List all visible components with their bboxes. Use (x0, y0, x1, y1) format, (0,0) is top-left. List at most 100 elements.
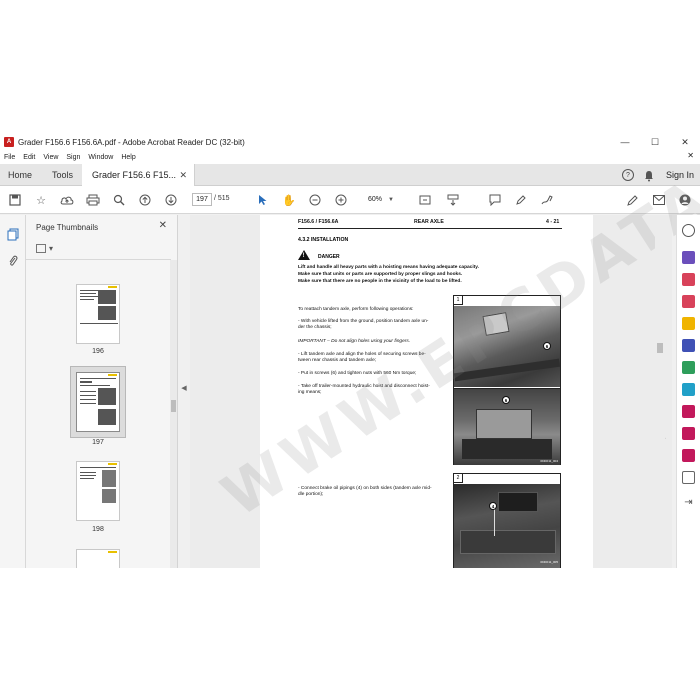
menu-view[interactable]: View (43, 154, 58, 161)
create-pdf-icon[interactable] (682, 273, 695, 286)
save-icon[interactable] (8, 193, 22, 207)
important-note: IMPORTANT – Do not align holes using you… (298, 339, 411, 344)
scan-ocr-icon[interactable] (682, 383, 695, 396)
callout-4: 4 (489, 502, 497, 510)
warning-exclamation: ! (302, 253, 305, 259)
figure-2-number: 2 (454, 474, 463, 483)
step5-line2: dle portion); (298, 492, 324, 497)
attachments-paperclip-icon[interactable] (6, 253, 20, 267)
highlight-pen-icon[interactable] (514, 193, 528, 207)
page-thumbnail-198[interactable] (76, 461, 120, 521)
step5-line1: - Connect brake oil pipings (4) on both … (298, 486, 432, 491)
select-cursor-icon[interactable] (256, 193, 270, 207)
page-thumbnail-197[interactable] (76, 372, 120, 432)
photo-code-1: 09DO11_004 (540, 459, 558, 463)
document-scrollbar-thumb[interactable] (657, 343, 663, 353)
sign-in-button[interactable]: Sign In (666, 170, 694, 180)
thumbnail-label-196: 196 (92, 348, 104, 355)
danger-label: DANGER (318, 254, 340, 260)
comment-icon[interactable] (488, 193, 502, 207)
organize-pages-icon[interactable] (682, 361, 695, 374)
close-window-button[interactable]: ✕ (670, 133, 700, 151)
menu-window[interactable]: Window (88, 154, 113, 161)
menu-sign[interactable]: Sign (66, 154, 80, 161)
tab-tools[interactable]: Tools (52, 164, 73, 186)
thumbnail-options-menu[interactable]: ▾ (36, 242, 58, 254)
page-header-number: 4 - 21 (546, 219, 560, 225)
page-header-model: F156.6 / F156.6A (298, 219, 339, 225)
left-navigation-pane (0, 215, 26, 568)
intro-text: To reattach tandem axle, perform followi… (298, 307, 414, 312)
zoom-level-select[interactable]: 60% ▼ (362, 193, 396, 206)
scroll-mode-icon[interactable] (446, 193, 460, 207)
window-title: Grader F156.6 F156.6A.pdf - Adobe Acroba… (18, 137, 245, 147)
acrobat-window: A Grader F156.6 F156.6A.pdf - Adobe Acro… (0, 133, 700, 568)
hand-tool-icon[interactable]: ✋ (282, 193, 296, 207)
pdf-page: F156.6 / F156.6A REAR AXLE 4 - 21 4.3.2 … (260, 215, 593, 568)
comment-tool-icon[interactable] (682, 317, 695, 330)
zoom-out-icon[interactable] (308, 193, 322, 207)
redact-icon[interactable] (682, 449, 695, 462)
expand-tools-arrow-icon[interactable]: ⇥ (682, 497, 695, 510)
tab-document[interactable]: Grader F156.6 F15... ✕ (82, 164, 195, 186)
search-tools-icon[interactable] (682, 224, 695, 237)
page-thumbnail-199[interactable] (76, 549, 120, 568)
fill-sign-icon[interactable] (682, 405, 695, 418)
danger-line-2: Make sure that units or parts are suppor… (298, 272, 463, 277)
more-tools-icon[interactable] (682, 471, 695, 484)
menu-help[interactable]: Help (121, 154, 135, 161)
thumbnails-panel-title: Page Thumbnails (36, 223, 99, 232)
zoom-level-value: 60% (368, 196, 383, 203)
find-magnifier-icon[interactable] (112, 193, 126, 207)
page-total-label: / 515 (214, 195, 230, 202)
step4-line2: ing means; (298, 390, 322, 395)
tab-home[interactable]: Home (8, 164, 32, 186)
tab-bar: Home Tools Grader F156.6 F15... ✕ ? Sign… (0, 164, 700, 186)
step4-line1: - Take off trailer-mounted hydraulic hoi… (298, 384, 430, 389)
sign-pen-icon[interactable] (626, 193, 640, 207)
divider (26, 259, 171, 260)
print-icon[interactable] (86, 193, 100, 207)
photo-code-2: 09DO11_005 (540, 560, 558, 564)
thumbnail-label-197: 197 (92, 439, 104, 446)
share-user-icon[interactable] (678, 193, 692, 207)
right-tools-pane: ⇥ (676, 215, 700, 568)
maximize-button[interactable]: ☐ (640, 133, 670, 151)
page-number-input[interactable]: 197 (192, 193, 212, 206)
next-page-icon[interactable] (164, 193, 178, 207)
combine-files-icon[interactable] (682, 339, 695, 352)
menu-edit[interactable]: Edit (23, 154, 35, 161)
collapse-panel-handle[interactable]: ◀ (181, 383, 187, 393)
zoom-in-icon[interactable] (334, 193, 348, 207)
tab-close-icon[interactable]: ✕ (179, 170, 187, 181)
page-thumbnail-196[interactable] (76, 284, 120, 344)
help-icon[interactable]: ? (621, 169, 634, 181)
document-scrollbar[interactable] (655, 215, 665, 568)
document-viewport: F156.6 / F156.6A REAR AXLE 4 - 21 4.3.2 … (190, 215, 672, 568)
notification-bell-icon[interactable] (644, 169, 654, 182)
figure-1-number: 1 (454, 296, 463, 305)
export-pdf-icon[interactable] (682, 251, 695, 264)
header-rule (298, 228, 562, 229)
previous-page-icon[interactable] (138, 193, 152, 207)
draw-icon[interactable] (540, 193, 554, 207)
protect-icon[interactable] (682, 427, 695, 440)
danger-line-3: Make sure that there are no people in th… (298, 279, 462, 284)
acrobat-logo-icon: A (4, 137, 14, 147)
step2-line1: - Lift tandem axle and align the holes o… (298, 352, 426, 357)
chevron-down-icon: ▾ (49, 243, 54, 253)
main-toolbar: ☆ 197 / 515 ✋ 60% ▼ (0, 186, 700, 214)
email-icon[interactable] (652, 193, 666, 207)
close-document-icon[interactable]: ✕ (687, 151, 694, 160)
thumbnails-scrollbar[interactable] (170, 260, 177, 568)
step3-text: - Put in screws (6) and tighten nuts wit… (298, 371, 417, 376)
scrollbar-thumb[interactable] (171, 400, 176, 412)
upload-cloud-icon[interactable] (60, 193, 74, 207)
menu-file[interactable]: File (4, 154, 15, 161)
bookmark-star-icon[interactable]: ☆ (34, 193, 48, 207)
page-thumbnails-icon[interactable] (6, 227, 20, 241)
minimize-button[interactable]: — (610, 133, 640, 151)
close-panel-icon[interactable]: ✕ (159, 220, 167, 231)
edit-pdf-icon[interactable] (682, 295, 695, 308)
fit-page-icon[interactable] (418, 193, 432, 207)
